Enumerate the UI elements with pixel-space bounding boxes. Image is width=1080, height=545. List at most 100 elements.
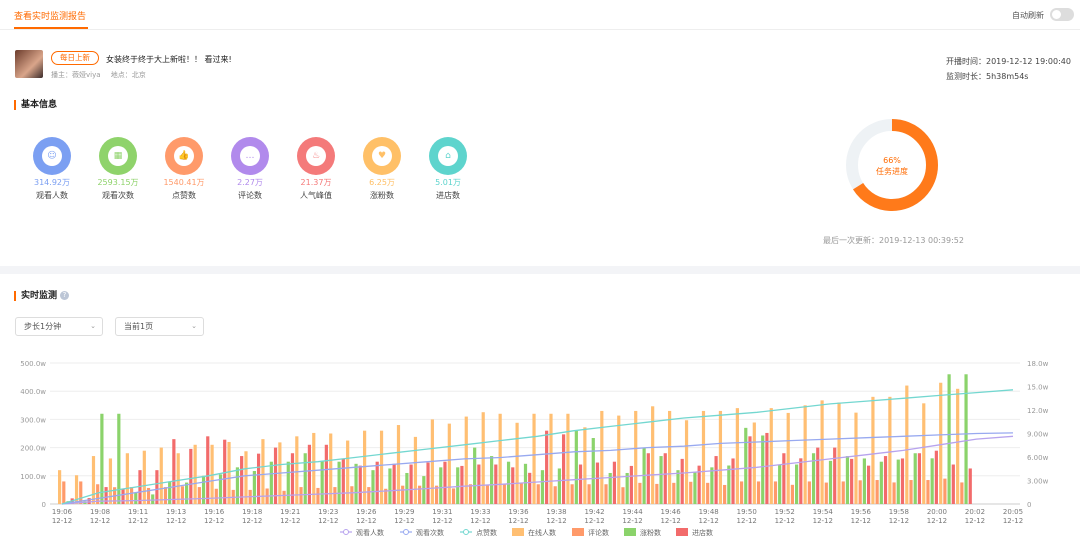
x-tick-label: 20:05 xyxy=(1003,508,1023,516)
bar-进店数 xyxy=(731,458,735,504)
bar-在线人数 xyxy=(888,396,892,504)
x-tick-label: 19:54 xyxy=(813,508,834,516)
x-tick-date-label: 12-12 xyxy=(394,517,414,525)
bar-评论数 xyxy=(62,481,66,504)
bar-在线人数 xyxy=(176,453,180,504)
x-tick-label: 19:36 xyxy=(508,508,529,516)
bar-涨粉数 xyxy=(235,467,240,504)
bar-在线人数 xyxy=(447,423,451,504)
stat-card: ▦ 2593.15万 观看次数 xyxy=(88,137,148,201)
x-tick-label: 19:11 xyxy=(128,508,148,516)
comment-icon: … xyxy=(231,137,269,175)
bar-评论数 xyxy=(587,484,591,504)
bar-在线人数 xyxy=(312,432,316,504)
progress-percent: 66% xyxy=(883,156,901,165)
bar-涨粉数 xyxy=(286,461,290,504)
x-tick-date-label: 12-12 xyxy=(356,517,376,525)
icon-glyph: 👍 xyxy=(174,146,194,166)
bar-进店数 xyxy=(87,498,91,504)
y-right-tick-label: 0 xyxy=(1027,501,1031,509)
bar-评论数 xyxy=(451,488,456,504)
bar-涨粉数 xyxy=(828,460,833,504)
bar-评论数 xyxy=(689,481,693,504)
bar-涨粉数 xyxy=(659,456,663,504)
bar-涨粉数 xyxy=(439,467,443,504)
x-tick-date-label: 12-12 xyxy=(813,517,833,525)
x-tick-label: 19:33 xyxy=(470,508,490,516)
chevron-down-icon: ⌄ xyxy=(90,322,96,330)
bar-评论数 xyxy=(773,481,778,504)
icon-glyph: ♨ xyxy=(306,146,326,166)
bar-在线人数 xyxy=(871,396,875,504)
x-tick-date-label: 12-12 xyxy=(470,517,490,525)
bar-涨粉数 xyxy=(252,471,256,504)
bar-涨粉数 xyxy=(947,374,951,504)
tab-realtime-report[interactable]: 查看实时监测报告 xyxy=(14,9,86,22)
y-right-tick-label: 18.0w xyxy=(1027,360,1049,368)
bar-评论数 xyxy=(960,482,964,504)
bar-涨粉数 xyxy=(795,464,799,504)
bar-进店数 xyxy=(528,472,532,504)
stat-value: 21.37万 xyxy=(300,178,332,187)
x-tick-label: 19:29 xyxy=(394,508,414,516)
stat-card: 👍 1540.41万 点赞数 xyxy=(154,137,214,201)
bar-评论数 xyxy=(570,484,574,504)
page-select[interactable]: 当前1页 ⌄ xyxy=(115,317,204,336)
icon-glyph: ♥ xyxy=(372,146,392,166)
legend-label: 观看人数 xyxy=(356,528,384,537)
bar-在线人数 xyxy=(956,388,960,504)
realtime-title: 实时监测 xyxy=(14,291,57,301)
bar-评论数 xyxy=(909,480,913,504)
bar-进店数 xyxy=(900,458,905,504)
bar-评论数 xyxy=(892,482,896,504)
bar-在线人数 xyxy=(125,453,129,504)
bar-在线人数 xyxy=(701,410,706,504)
toggle-knob xyxy=(1052,10,1061,19)
bar-涨粉数 xyxy=(879,461,883,504)
bar-涨粉数 xyxy=(862,458,866,504)
bar-在线人数 xyxy=(515,422,519,504)
bar-进店数 xyxy=(765,432,769,504)
stat-card: ☺ 314.92万 观看人数 xyxy=(22,137,82,201)
legend-label: 评论数 xyxy=(588,528,609,537)
bar-进店数 xyxy=(578,464,583,504)
bar-进店数 xyxy=(206,436,210,504)
bar-在线人数 xyxy=(769,408,773,504)
auto-refresh-toggle[interactable] xyxy=(1050,8,1074,21)
legend-swatch xyxy=(343,529,349,535)
legend-swatch xyxy=(403,529,409,535)
bar-在线人数 xyxy=(549,413,553,504)
bar-进店数 xyxy=(477,464,481,504)
x-tick-date-label: 12-12 xyxy=(889,517,909,525)
bar-在线人数 xyxy=(583,427,587,504)
bar-在线人数 xyxy=(837,402,841,504)
legend-swatch xyxy=(572,528,584,536)
x-tick-date-label: 12-12 xyxy=(622,517,642,525)
x-tick-date-label: 12-12 xyxy=(318,517,338,525)
bar-评论数 xyxy=(790,484,795,504)
bar-涨粉数 xyxy=(744,427,748,504)
x-tick-date-label: 12-12 xyxy=(584,517,604,525)
bar-进店数 xyxy=(816,447,820,504)
stat-value: 2593.15万 xyxy=(97,178,139,187)
bar-涨粉数 xyxy=(845,456,850,504)
info-icon[interactable]: ? xyxy=(60,291,69,300)
bar-在线人数 xyxy=(142,450,146,504)
legend-swatch xyxy=(463,529,469,535)
bar-在线人数 xyxy=(159,447,163,504)
x-tick-date-label: 12-12 xyxy=(52,517,72,525)
bar-涨粉数 xyxy=(168,481,172,504)
daily-new-badge: 每日上新 xyxy=(51,51,99,65)
bar-评论数 xyxy=(553,486,557,504)
x-tick-label: 19:21 xyxy=(280,508,300,516)
bar-评论数 xyxy=(485,485,490,504)
x-tick-label: 19:56 xyxy=(851,508,872,516)
step-select[interactable]: 步长1分钟 ⌄ xyxy=(15,317,103,336)
x-tick-date-label: 12-12 xyxy=(775,517,795,525)
x-tick-date-label: 12-12 xyxy=(90,517,110,525)
bar-评论数 xyxy=(638,482,642,504)
x-tick-date-label: 12-12 xyxy=(166,517,186,525)
bar-进店数 xyxy=(646,453,650,504)
page-select-value: 当前1页 xyxy=(124,322,154,331)
x-tick-date-label: 12-12 xyxy=(699,517,719,525)
